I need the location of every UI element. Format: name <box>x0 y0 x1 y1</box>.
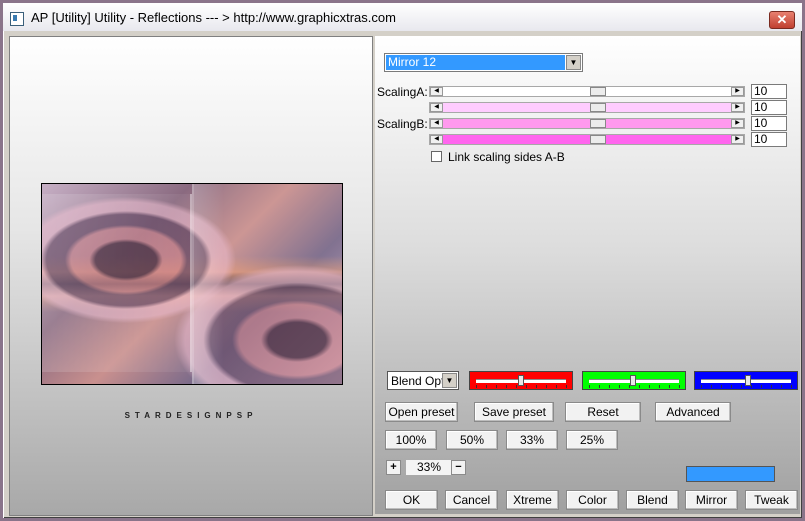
save-preset-button[interactable]: Save preset <box>474 402 554 422</box>
ok-button[interactable]: OK <box>385 490 438 510</box>
mirror-button[interactable]: Mirror <box>685 490 738 510</box>
preview-panel: STARDESIGNPSP <box>9 36 373 516</box>
arrow-left-icon[interactable]: ◀ <box>430 87 443 96</box>
zoom-in-button[interactable]: + <box>386 460 401 475</box>
arrow-left-icon[interactable]: ◀ <box>430 119 443 128</box>
reset-button[interactable]: Reset <box>565 402 641 422</box>
zoom-33-button[interactable]: 33% <box>506 430 558 450</box>
arrow-left-icon[interactable]: ◀ <box>430 103 443 112</box>
scaling-value-1[interactable]: 10 <box>751 84 787 99</box>
blend-button[interactable]: Blend <box>626 490 679 510</box>
arrow-right-icon[interactable]: ▶ <box>731 87 744 96</box>
preview-image[interactable] <box>41 183 343 385</box>
tweak-button[interactable]: Tweak <box>745 490 798 510</box>
zoom-100-button[interactable]: 100% <box>385 430 437 450</box>
watermark-signature: STARDESIGNPSP <box>124 411 258 420</box>
slider-thumb[interactable] <box>590 119 606 128</box>
chevron-down-icon[interactable]: ▼ <box>566 55 581 70</box>
slider-thumb[interactable] <box>518 375 524 386</box>
scaling-value-2[interactable]: 10 <box>751 100 787 115</box>
advanced-button[interactable]: Advanced <box>655 402 731 422</box>
scaling-slider-3[interactable]: ◀ ▶ <box>429 118 745 129</box>
slider-thumb[interactable] <box>590 87 606 96</box>
blue-channel-slider[interactable] <box>694 371 798 390</box>
link-scaling-checkbox[interactable] <box>431 151 442 162</box>
scaling-value-4[interactable]: 10 <box>751 132 787 147</box>
arrow-right-icon[interactable]: ▶ <box>731 119 744 128</box>
slider-thumb[interactable] <box>590 103 606 112</box>
preset-dropdown[interactable]: Mirror 12 ▼ <box>384 53 583 72</box>
preset-selected-value: Mirror 12 <box>386 55 565 70</box>
zoom-50-button[interactable]: 50% <box>446 430 498 450</box>
green-channel-slider[interactable] <box>582 371 686 390</box>
window-title: AP [Utility] Utility - Reflections --- >… <box>31 10 396 25</box>
arrow-right-icon[interactable]: ▶ <box>731 103 744 112</box>
chevron-down-icon[interactable]: ▼ <box>442 373 457 388</box>
blend-options-dropdown[interactable]: Blend Options ▼ <box>387 371 459 390</box>
controls-panel: Mirror 12 ▼ ScalingA: ScalingB: ◀ ▶ 10 ◀ ▶ 10… <box>375 36 800 514</box>
title-bar[interactable]: AP [Utility] Utility - Reflections --- >… <box>3 3 802 31</box>
color-button[interactable]: Color <box>566 490 619 510</box>
zoom-level-display: 33% <box>406 460 452 475</box>
cancel-button[interactable]: Cancel <box>445 490 498 510</box>
arrow-right-icon[interactable]: ▶ <box>731 135 744 144</box>
xtreme-button[interactable]: Xtreme <box>506 490 559 510</box>
scaling-b-label: ScalingB: <box>377 117 428 131</box>
scaling-slider-4[interactable]: ◀ ▶ <box>429 134 745 145</box>
plugin-window: AP [Utility] Utility - Reflections --- >… <box>3 3 802 518</box>
app-window-icon <box>10 12 24 26</box>
scaling-a-label: ScalingA: <box>377 85 428 99</box>
selected-color-swatch[interactable] <box>686 466 775 482</box>
blend-options-value: Blend Options <box>391 374 443 388</box>
arrow-left-icon[interactable]: ◀ <box>430 135 443 144</box>
zoom-out-button[interactable]: − <box>451 460 466 475</box>
red-channel-slider[interactable] <box>469 371 573 390</box>
slider-thumb[interactable] <box>590 135 606 144</box>
scaling-value-3[interactable]: 10 <box>751 116 787 131</box>
close-button[interactable]: ✕ <box>769 11 795 29</box>
link-scaling-label: Link scaling sides A-B <box>448 150 565 164</box>
zoom-25-button[interactable]: 25% <box>566 430 618 450</box>
slider-thumb[interactable] <box>630 375 636 386</box>
scaling-slider-2[interactable]: ◀ ▶ <box>429 102 745 113</box>
open-preset-button[interactable]: Open preset <box>385 402 458 422</box>
scaling-slider-1[interactable]: ◀ ▶ <box>429 86 745 97</box>
